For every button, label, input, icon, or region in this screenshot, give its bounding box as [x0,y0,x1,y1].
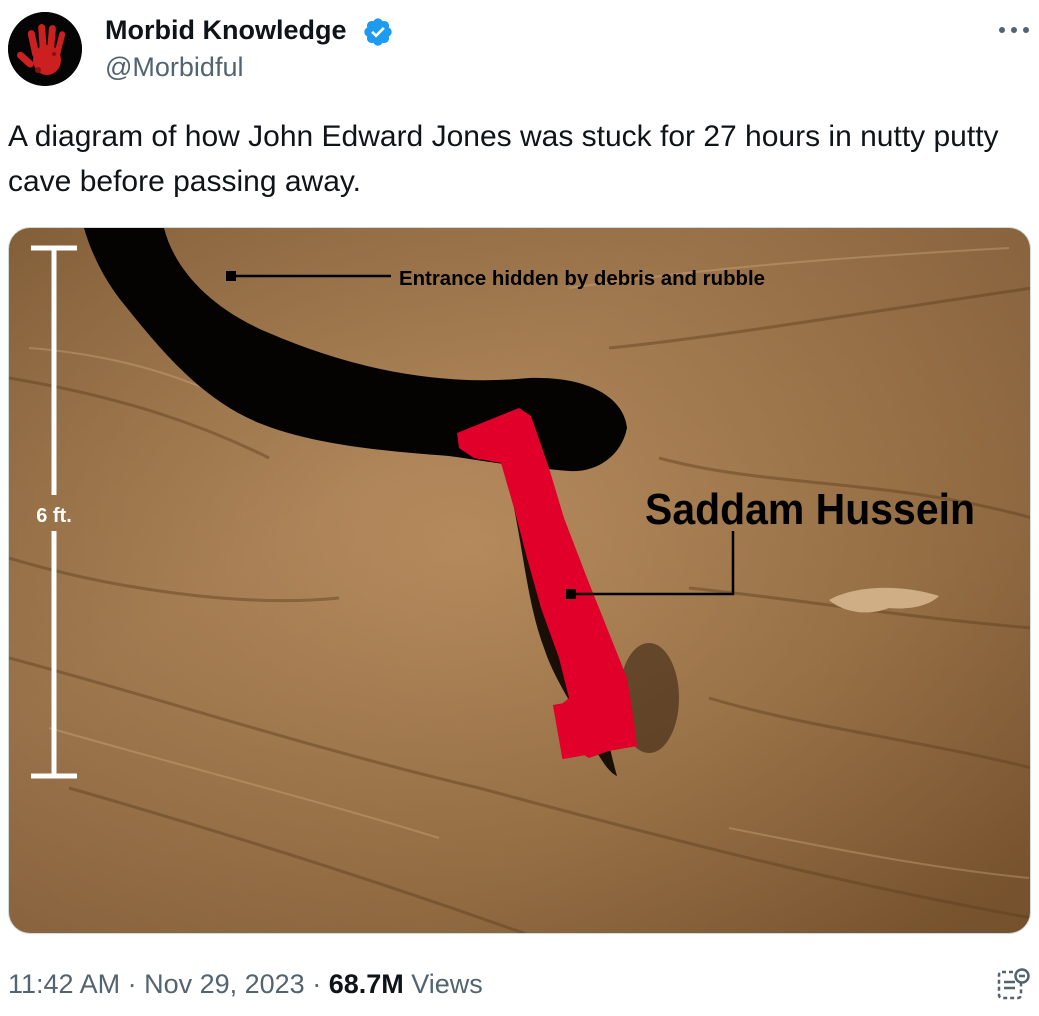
tweet-date[interactable]: Nov 29, 2023 [144,969,305,999]
more-options-button[interactable] [994,18,1034,42]
tweet-text: A diagram of how John Edward Jones was s… [8,120,999,198]
views-count: 68.7M [328,969,404,999]
author-name[interactable]: Morbid Knowledge [105,14,346,46]
analytics-icon [997,968,1030,1000]
analytics-button[interactable] [995,966,1031,1002]
red-handprint-icon [8,12,82,86]
entrance-label: Entrance hidden by debris and rubble [399,268,765,290]
tweet-image[interactable]: 6 ft. Entrance hidden by debris and rubb… [8,227,1031,934]
verified-badge-icon [364,18,392,46]
more-dots-icon [999,27,1029,33]
figure-label: Saddam Hussein [645,485,975,534]
cave-diagram: 6 ft. Entrance hidden by debris and rubb… [9,228,1030,933]
tweet-meta: 11:42 AM · Nov 29, 2023 · 68.7M Views [8,969,483,999]
avatar[interactable] [8,12,82,86]
views-label: Views [411,969,483,999]
scale-label: 6 ft. [36,505,72,527]
tweet-time[interactable]: 11:42 AM [8,969,120,999]
author-handle[interactable]: @Morbidful [105,51,243,83]
